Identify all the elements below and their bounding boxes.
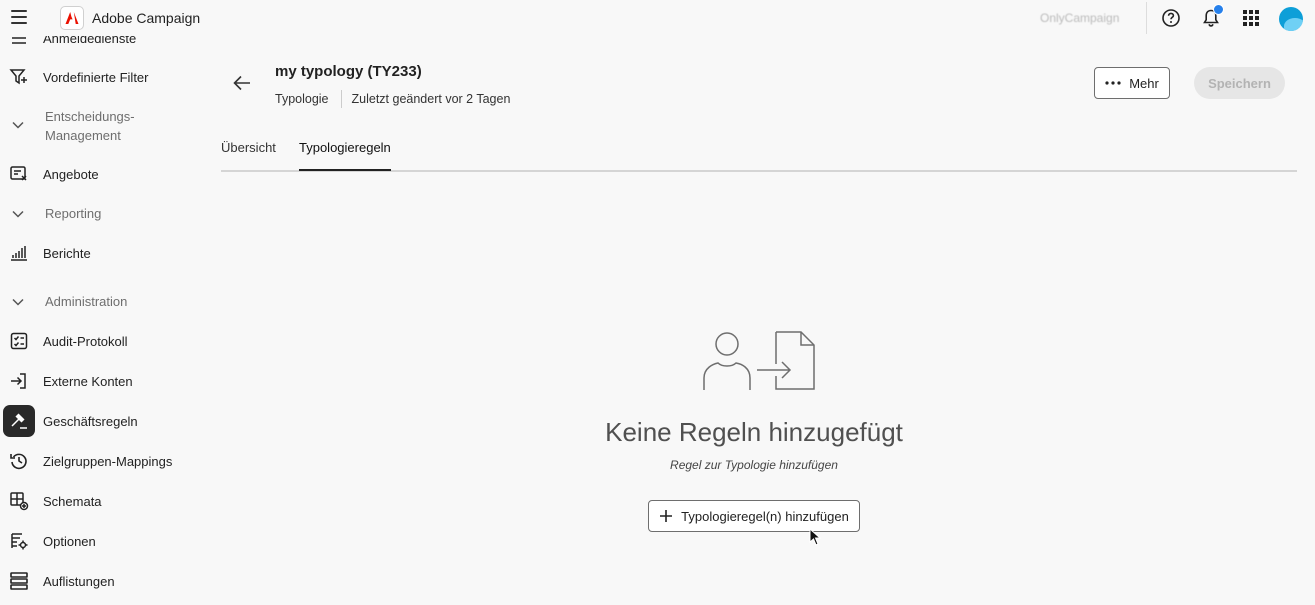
object-type: Typologie [275, 92, 329, 106]
avatar[interactable] [1279, 7, 1303, 31]
more-dots-icon [1105, 81, 1121, 85]
page-subtitle: Typologie Zuletzt geändert vor 2 Tagen [275, 90, 510, 108]
sidebar-item-auflistungen[interactable]: Auflistungen [0, 563, 205, 599]
sidebar-item-optionen[interactable]: Optionen [0, 523, 205, 559]
sidebar-item-label: Externe Konten [43, 373, 133, 389]
sidebar-group-label: Administration [45, 294, 128, 309]
notifications-icon[interactable] [1200, 4, 1224, 29]
options-icon [8, 530, 30, 552]
plus-icon [660, 510, 673, 522]
enumeration-icon [8, 570, 30, 592]
tab-uebersicht[interactable]: Übersicht [221, 140, 276, 155]
empty-state-title: Keine Regeln hinzugefügt [605, 417, 903, 447]
checklist-icon [8, 330, 30, 352]
subtitle-divider [340, 90, 342, 108]
sidebar-group-administration[interactable]: Administration [0, 292, 205, 312]
menu-icon[interactable] [11, 10, 27, 26]
sidebar: Anmeldedienste Vordefinierte Filter Ents… [0, 36, 205, 605]
sidebar-item-schemata[interactable]: Schemata [0, 483, 205, 519]
sidebar-item-label: Auflistungen [43, 573, 115, 589]
more-button[interactable]: Mehr [1094, 67, 1170, 99]
offer-icon [8, 163, 30, 185]
sidebar-item-angebote[interactable]: Angebote [0, 156, 205, 192]
apps-grid-icon[interactable] [1240, 7, 1262, 29]
active-tab-indicator [299, 169, 391, 171]
chevron-down-icon [12, 121, 24, 129]
sidebar-item-label: Schemata [43, 493, 102, 509]
empty-state-subtitle: Regel zur Typologie hinzufügen [670, 458, 838, 472]
last-modified: Zuletzt geändert vor 2 Tagen [351, 92, 511, 106]
chart-icon [8, 242, 30, 264]
sidebar-item-label: Berichte [43, 245, 91, 261]
sidebar-item-anmeldedienste[interactable]: Anmeldedienste [0, 36, 205, 56]
back-arrow-icon[interactable] [231, 72, 253, 94]
more-button-label: Mehr [1129, 75, 1159, 91]
brand[interactable]: Adobe Campaign [60, 6, 200, 30]
save-button[interactable]: Speichern [1194, 67, 1285, 99]
sidebar-group-entscheidungs-management[interactable]: Entscheidungs- Management [0, 106, 205, 146]
chevron-down-icon [12, 298, 24, 306]
adobe-logo-icon [60, 6, 84, 30]
sidebar-group-label: Entscheidungs- Management [45, 109, 135, 143]
login-icon [8, 370, 30, 392]
tab-bar: Übersicht Typologieregeln [221, 134, 1297, 172]
notification-badge [1213, 4, 1224, 15]
sidebar-item-label: Optionen [43, 533, 96, 549]
add-typology-rule-button[interactable]: Typologieregel(n) hinzufügen [648, 500, 860, 532]
help-icon[interactable] [1160, 7, 1182, 29]
sidebar-item-label: Anmeldedienste [43, 36, 137, 46]
sidebar-group-reporting[interactable]: Reporting [0, 204, 205, 224]
list-icon [8, 36, 30, 49]
sidebar-item-label: Vordefinierte Filter [43, 69, 149, 85]
sidebar-item-vordefinierte-filter[interactable]: Vordefinierte Filter [0, 59, 205, 95]
org-switcher[interactable]: OnlyCampaign [1040, 11, 1119, 25]
top-divider [1146, 2, 1147, 34]
page-title: my typology (TY233) [275, 63, 422, 80]
empty-rules-illustration-icon [703, 331, 815, 390]
top-bar: Adobe Campaign OnlyCampaign [0, 0, 1315, 36]
mouse-cursor-icon [809, 528, 821, 546]
tab-typologieregeln[interactable]: Typologieregeln [299, 140, 391, 155]
sidebar-item-berichte[interactable]: Berichte [0, 235, 205, 271]
chevron-down-icon [12, 210, 24, 218]
add-rule-button-label: Typologieregel(n) hinzufügen [681, 508, 849, 524]
sidebar-item-label: Audit-Protokoll [43, 333, 128, 349]
sidebar-item-externe-konten[interactable]: Externe Konten [0, 363, 205, 399]
app-name: Adobe Campaign [92, 10, 201, 26]
schema-icon [8, 490, 30, 512]
sidebar-group-label: Reporting [45, 206, 102, 221]
filter-icon [8, 66, 30, 88]
sidebar-item-label: Angebote [43, 166, 99, 182]
sidebar-item-audit-protokoll[interactable]: Audit-Protokoll [0, 323, 205, 359]
